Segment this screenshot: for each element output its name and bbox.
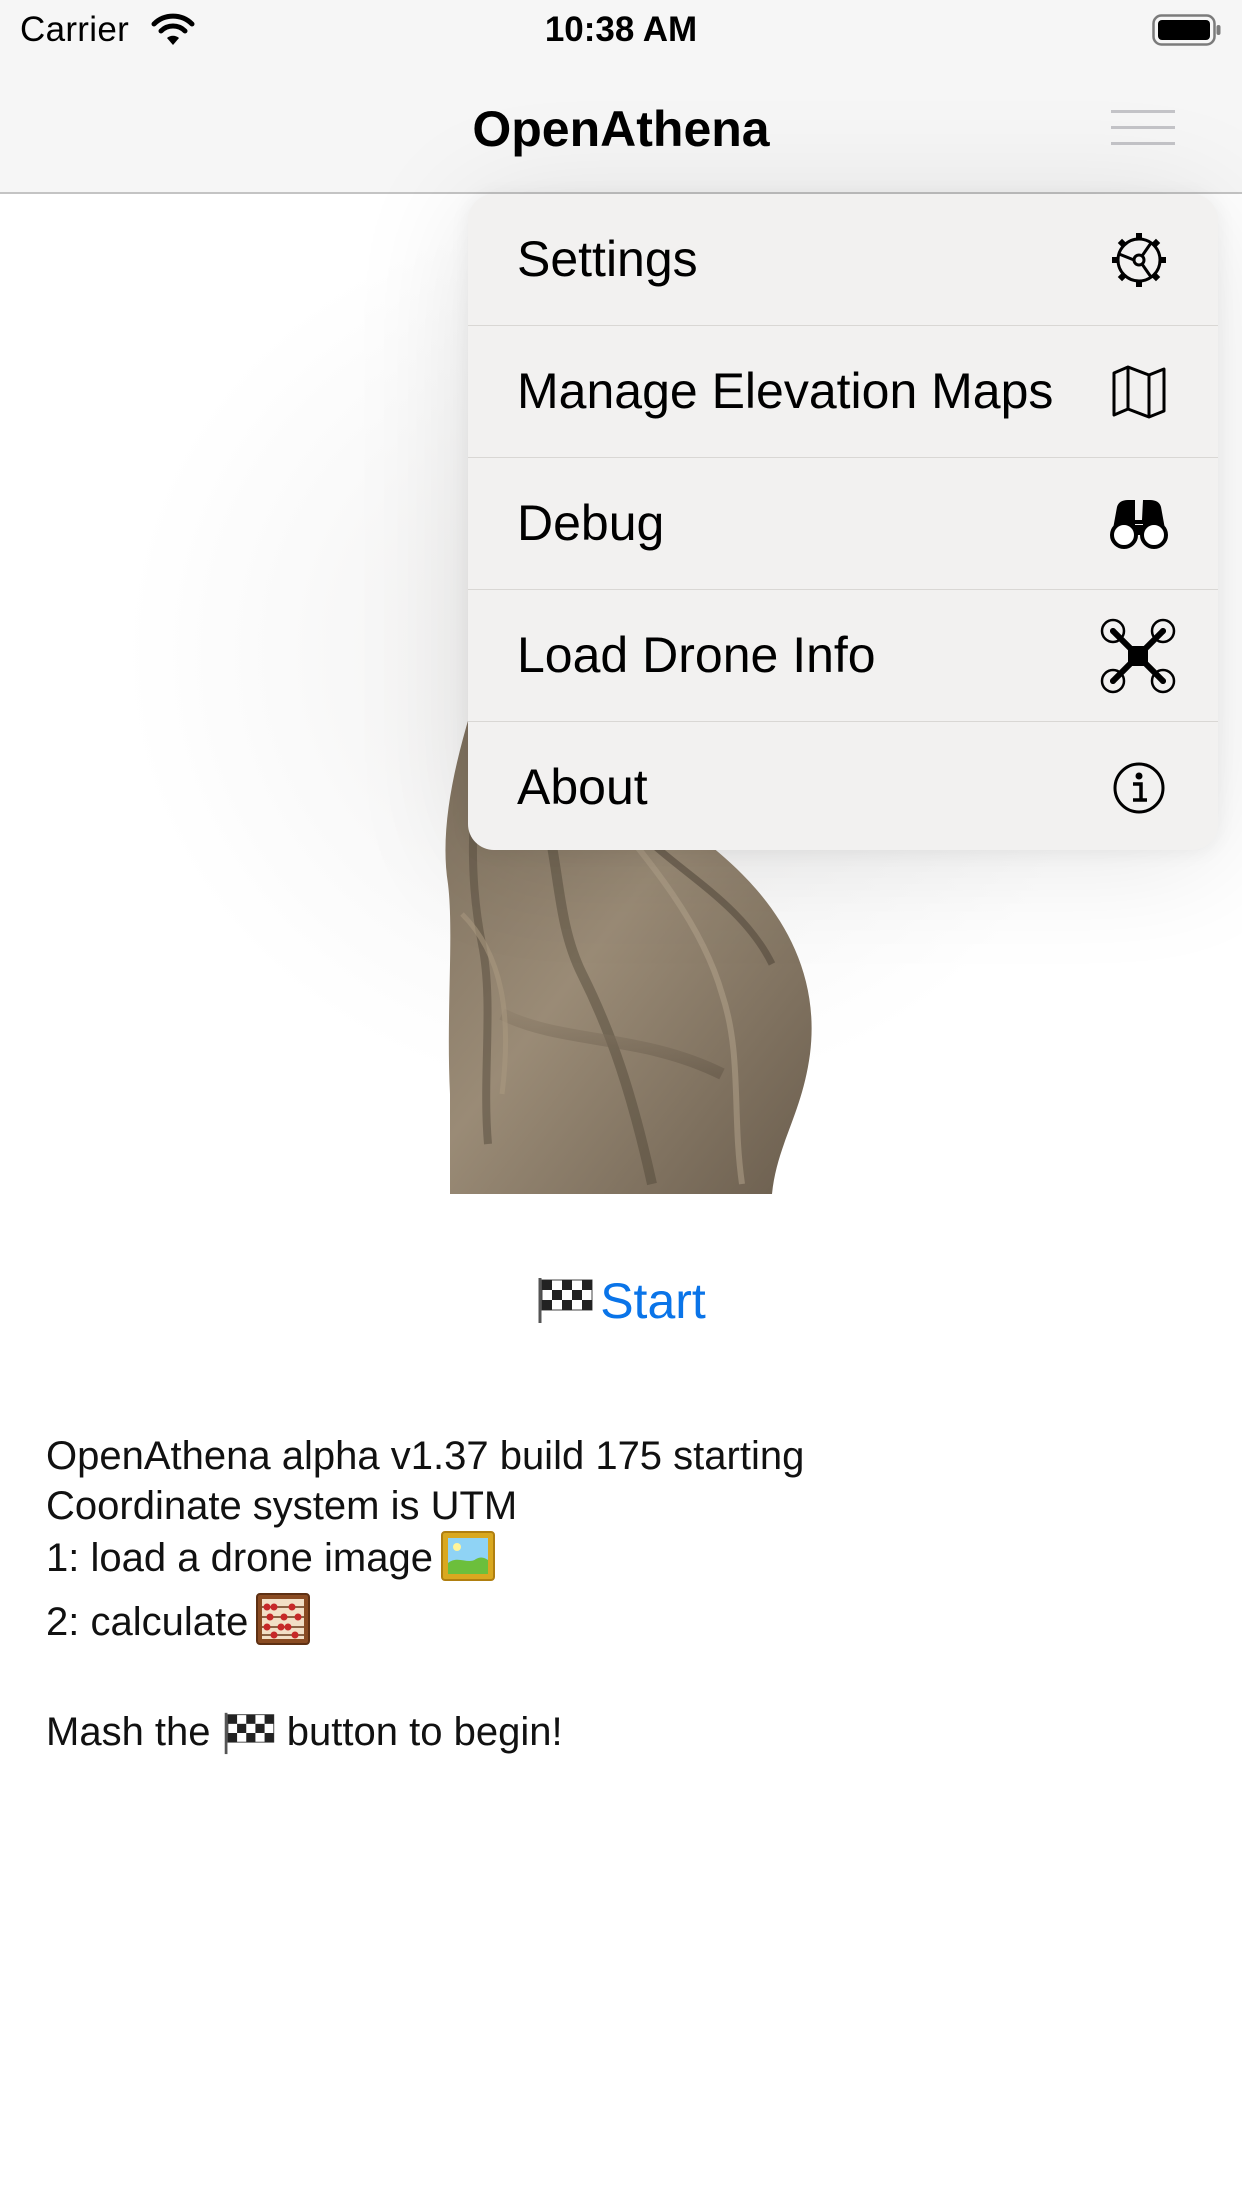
nav-title: OpenAthena — [472, 101, 770, 157]
framed-picture-icon — [440, 1531, 495, 1593]
log-line-instruction-pre: Mash the — [46, 1710, 211, 1754]
menu-item-debug[interactable]: Debug — [468, 458, 1218, 590]
log-line-step-1-text: 1: load a drone image — [46, 1536, 433, 1580]
hamburger-menu-icon-line-top — [1111, 110, 1175, 113]
log-line-step-2: 2: calculate — [46, 1593, 804, 1657]
info-icon — [1113, 762, 1165, 814]
menu-item-label: Settings — [517, 231, 698, 287]
drone-icon — [1100, 618, 1176, 694]
hamburger-menu-icon-line-middle — [1111, 126, 1175, 129]
status-bar: Carrier 10:38 AM — [0, 0, 1242, 60]
log-line-step-1: 1: load a drone image — [46, 1531, 804, 1593]
checkered-flag-icon — [222, 1711, 276, 1767]
menu-item-label: Debug — [517, 495, 665, 551]
hamburger-menu-button[interactable] — [1105, 106, 1181, 150]
menu-item-label: About — [517, 759, 648, 815]
checkered-flag-icon — [536, 1276, 594, 1336]
hamburger-menu-icon-line-bottom — [1111, 142, 1175, 145]
status-time: 10:38 AM — [544, 10, 698, 49]
log-line-version: OpenAthena alpha v1.37 build 175 startin… — [46, 1434, 805, 1478]
log-line-instruction: Mash the button to begin! — [46, 1707, 804, 1767]
menu-item-settings[interactable]: Settings — [468, 194, 1218, 326]
map-icon — [1112, 365, 1166, 419]
menu-item-manage-elevation-maps[interactable]: Manage Elevation Maps — [468, 326, 1218, 458]
menu-item-load-drone-info[interactable]: Load Drone Info — [468, 590, 1218, 722]
log-line-coordinate-system: Coordinate system is UTM — [46, 1484, 518, 1528]
menu-item-label: Load Drone Info — [517, 627, 876, 683]
overflow-menu: Settings Manage Elevation Maps Debug Loa… — [468, 194, 1218, 850]
battery-icon — [1152, 14, 1221, 46]
menu-item-label: Manage Elevation Maps — [517, 363, 1054, 419]
log-line-step-2-text: 2: calculate — [46, 1600, 249, 1644]
log-output: OpenAthena alpha v1.37 build 175 startin… — [46, 1431, 804, 1767]
gear-icon — [1112, 233, 1166, 287]
binoculars-icon — [1110, 500, 1168, 549]
abacus-icon — [256, 1593, 311, 1657]
start-button[interactable]: Start — [0, 1272, 1242, 1336]
menu-item-about[interactable]: About — [468, 722, 1218, 850]
start-button-label: Start — [600, 1273, 706, 1329]
app-screen: OpenAthena Carrier 10:38 AM Start OpenAt… — [0, 0, 1242, 2208]
log-blank-line — [46, 1657, 804, 1707]
log-line-instruction-post: button to begin! — [286, 1710, 563, 1754]
